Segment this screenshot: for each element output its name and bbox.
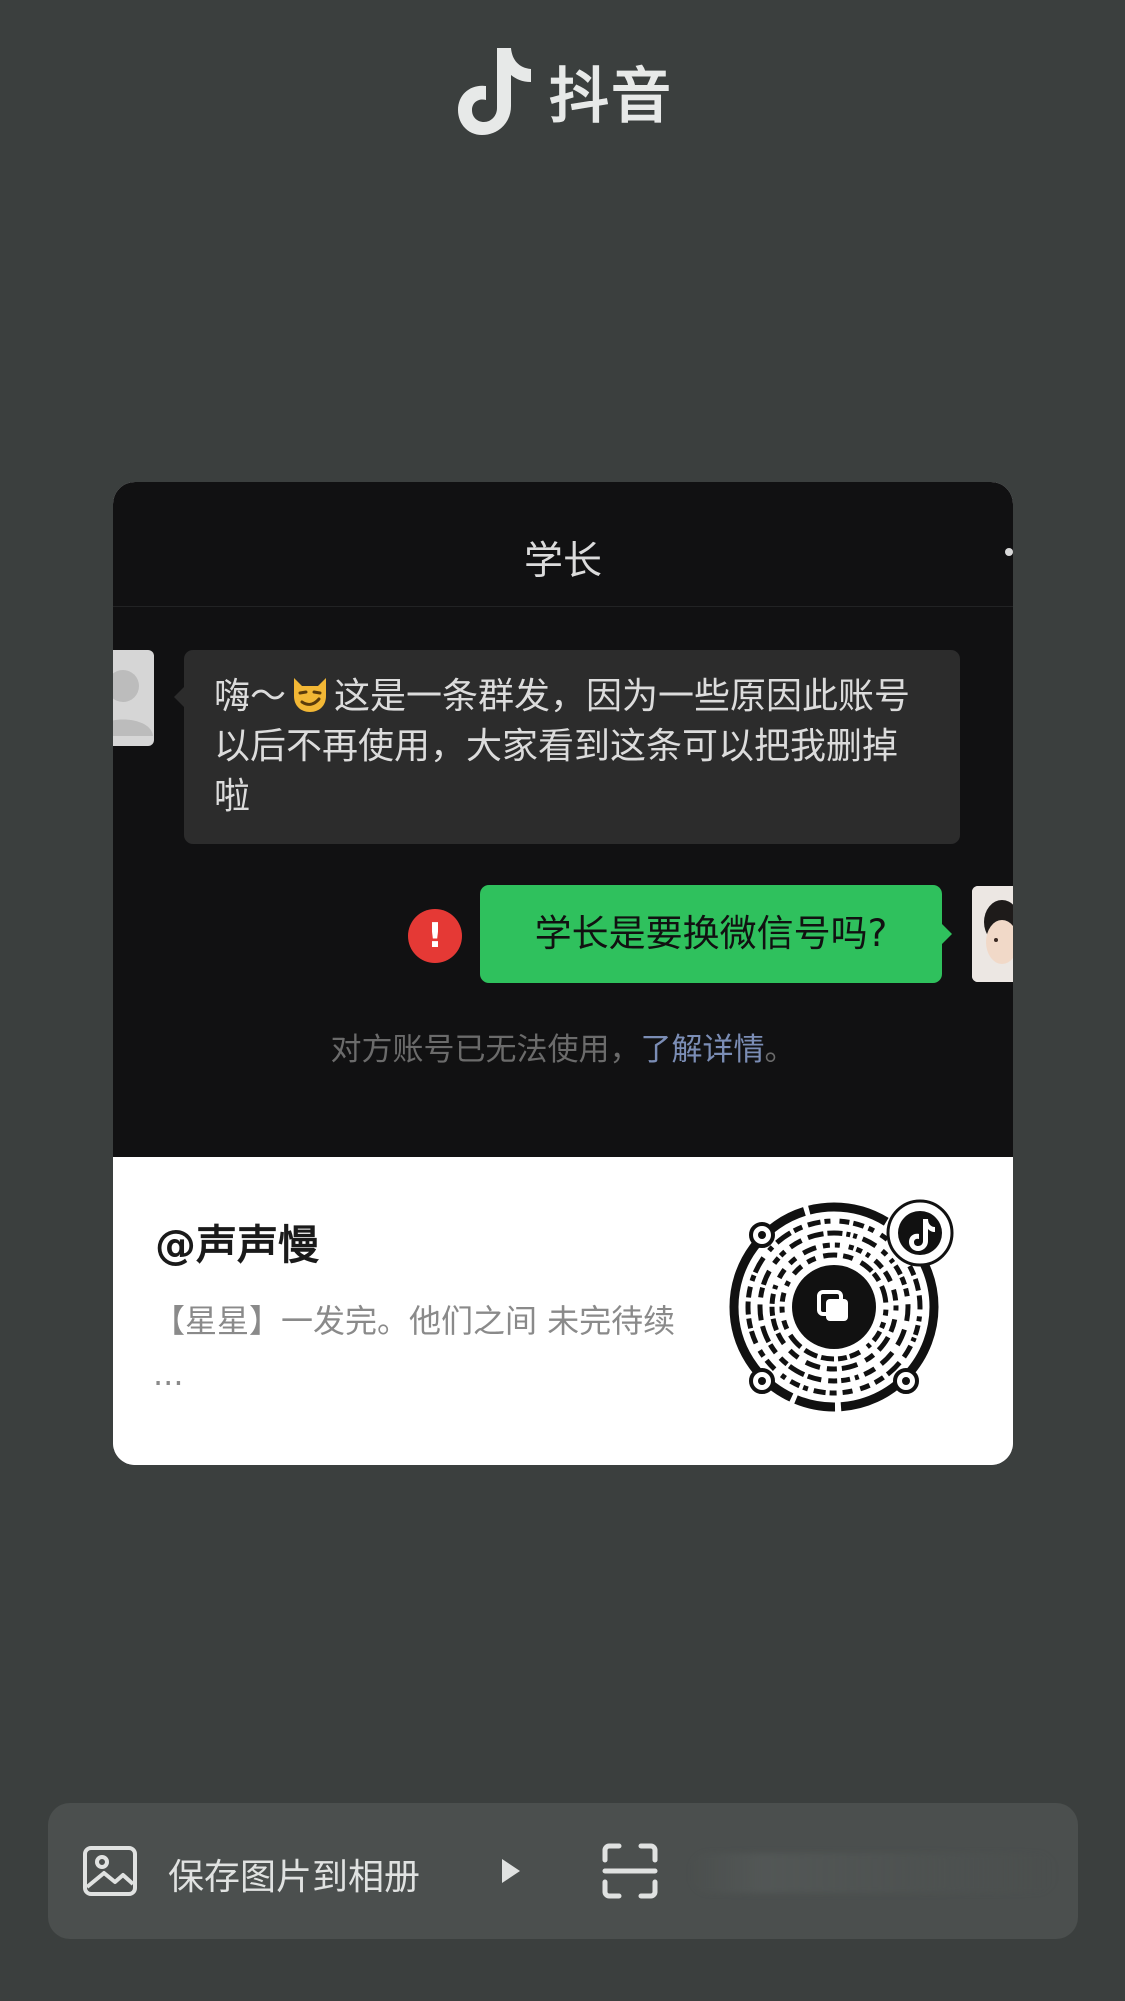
author-handle: @声声慢 xyxy=(155,1221,319,1269)
action-bar: 保存图片到相册 xyxy=(48,1803,1078,1939)
brand-logo: 抖音 xyxy=(455,44,673,138)
chat-header: 学长 xyxy=(113,482,1013,607)
more-icon xyxy=(1005,548,1013,556)
system-notice-end: 。 xyxy=(764,1032,796,1068)
incoming-text-start: 嗨～ xyxy=(214,676,287,717)
share-card[interactable]: 学长 嗨～ 这是一条群发，因为一些原因此账号以后不再使用，大家看到这条可以把我删… xyxy=(113,482,1013,1465)
qr-code xyxy=(729,1199,954,1412)
system-notice-text: 对方账号已无法使用， xyxy=(330,1032,641,1068)
share-info: @声声慢 【星星】一发完。他们之间 未完待续 ... xyxy=(113,1157,1013,1465)
incoming-message: 嗨～ 这是一条群发，因为一些原因此账号以后不再使用，大家看到这条可以把我删掉啦 xyxy=(174,650,960,844)
play-triangle-icon[interactable] xyxy=(500,1857,522,1885)
smirking-cat-emoji-icon xyxy=(294,678,327,712)
save-to-album-button[interactable]: 保存图片到相册 xyxy=(168,1848,420,1900)
outgoing-message: 学长是要换微信号吗? xyxy=(480,885,952,983)
error-icon: ! xyxy=(408,909,462,963)
tiktok-note-icon xyxy=(458,48,531,135)
video-description: 【星星】一发完。他们之间 未完待续 ... xyxy=(153,1302,676,1393)
self-avatar xyxy=(972,886,1013,982)
learn-more-link: 了解详情 xyxy=(640,1032,765,1068)
scan-icon[interactable] xyxy=(601,1842,659,1900)
brand-name: 抖音 xyxy=(549,61,673,132)
avatar xyxy=(113,650,154,746)
system-notice: 对方账号已无法使用，了解详情。 xyxy=(113,1024,1013,1069)
image-icon[interactable] xyxy=(82,1843,138,1899)
default-avatar-icon xyxy=(113,670,153,736)
blurred-actions xyxy=(688,1853,1058,1893)
photo-avatar-icon xyxy=(972,886,1013,982)
chat-title: 学长 xyxy=(523,539,602,584)
outgoing-text: 学长是要换微信号吗? xyxy=(534,912,888,955)
chat-screenshot: 学长 嗨～ 这是一条群发，因为一些原因此账号以后不再使用，大家看到这条可以把我删… xyxy=(113,482,1013,1157)
